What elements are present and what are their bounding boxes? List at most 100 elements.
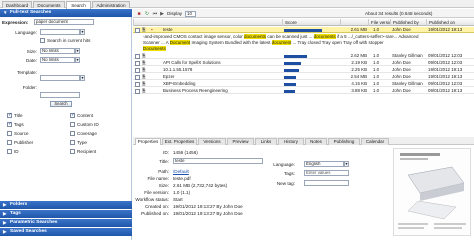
title-input[interactable]: teste [173, 158, 263, 164]
result-title[interactable]: Business Process Reengineering [163, 88, 281, 94]
date-label: Date: [26, 58, 37, 63]
display-count-input[interactable]: 10 [185, 11, 196, 17]
document-icon: 🗎 [142, 81, 146, 86]
prop-size-label: Size: [158, 183, 169, 188]
field-publisher-checkbox[interactable] [7, 140, 12, 145]
tab-properties[interactable]: Properties [135, 138, 161, 145]
field-title-checkbox[interactable] [7, 112, 12, 118]
panel-tags-header[interactable]: ▶ Tags [0, 210, 132, 218]
col-size-header[interactable] [340, 19, 368, 26]
row-checkbox[interactable] [135, 60, 140, 66]
result-title[interactable]: API Calls for SpellX Solutions [163, 60, 281, 66]
first-page-icon[interactable]: ⏮ [152, 11, 158, 17]
collapse-icon: ▼ [3, 10, 8, 15]
chevron-down-icon[interactable]: ▾ [75, 48, 80, 54]
document-icon: 🗎 [142, 67, 146, 72]
folder-label: Folder: [22, 85, 37, 90]
result-title[interactable]: 10.1.1.55.1578 [163, 67, 281, 73]
table-row[interactable]: 🗎 2.62 MB 1.0 Stanley Gillman 09/01/2012… [133, 53, 474, 59]
result-size: 2.54 MB [350, 74, 367, 79]
row-checkbox[interactable] [135, 74, 140, 80]
result-title[interactable]: teste [163, 27, 281, 33]
tab-versions[interactable]: Versions [198, 138, 226, 145]
result-title[interactable] [163, 53, 281, 59]
size-select[interactable]: No limits [40, 48, 75, 54]
search-in-hits-checkbox[interactable] [40, 38, 45, 43]
col-version-header[interactable]: File version [368, 19, 390, 26]
col-publishedon-header[interactable]: Published on [426, 19, 474, 26]
results-toolbar: ■ ↻ ⏮ ▶ Display 10 About 34 results (0.6… [133, 9, 474, 18]
table-row[interactable]: 🗎 ▪ teste 2.61 MB 1.0 John Doe 19/01/201… [133, 27, 474, 33]
path-link[interactable]: /Default [173, 169, 189, 174]
expand-icon: ▶ [3, 202, 7, 207]
tab-documents[interactable]: Documents [33, 1, 65, 8]
date-select[interactable]: No limits [40, 57, 75, 63]
field-recipient-checkbox[interactable] [70, 149, 75, 154]
tab-links[interactable]: Links [255, 138, 277, 145]
result-title[interactable]: Epzer [163, 74, 281, 80]
tab-history[interactable]: History [278, 138, 304, 145]
next-page-icon[interactable]: ▶ [159, 11, 165, 17]
template-select[interactable] [40, 75, 80, 81]
refresh-icon[interactable]: ↻ [144, 11, 150, 17]
table-row[interactable]: 🗎 10.1.1.55.1578 2.25 KB 1.0 John Doe 19… [133, 67, 474, 73]
field-coverage-checkbox[interactable] [70, 131, 75, 136]
row-checkbox[interactable] [135, 81, 140, 87]
expression-input[interactable]: paper document [34, 19, 94, 25]
tab-preview[interactable]: Preview [227, 138, 254, 145]
new-tag-input[interactable] [304, 180, 349, 186]
field-tags-checkbox[interactable] [7, 121, 12, 127]
panel-saved-header[interactable]: ▶ Saved Searches [0, 228, 132, 236]
col-score-header[interactable]: Score [282, 19, 340, 26]
row-checkbox[interactable] [135, 67, 140, 73]
chevron-down-icon[interactable]: ▾ [344, 161, 349, 167]
stop-icon[interactable]: ■ [136, 11, 142, 17]
chevron-down-icon[interactable]: ▾ [80, 75, 85, 81]
tags-input[interactable]: Enter values [304, 170, 349, 176]
row-checkbox[interactable] [135, 27, 140, 33]
result-title[interactable]: XBP-Embedding [163, 81, 281, 87]
field-customid-checkbox[interactable] [70, 122, 75, 127]
field-type-checkbox[interactable] [70, 140, 75, 145]
search-in-hits-label: Search in current hits [47, 38, 91, 43]
language-field[interactable]: English [304, 161, 344, 167]
panel-parametric-header[interactable]: ▶ Parametric Searches [0, 219, 132, 227]
result-size: 2.61 MB [350, 27, 367, 32]
table-row[interactable]: 🗎 XBP-Embedding 4.15 KB 1.0 Stanley Gill… [133, 81, 474, 87]
tab-search[interactable]: Search [66, 1, 91, 9]
field-content-label: Content [77, 113, 94, 118]
chevron-down-icon[interactable]: ▾ [75, 57, 80, 63]
search-button[interactable]: Search [50, 101, 72, 107]
results-header: Score File version Published by Publishe… [133, 19, 474, 26]
score-bar [284, 68, 299, 72]
panel-fulltext-title: Full-text Searches [10, 10, 52, 15]
tab-dashboard[interactable]: Dashboard [2, 1, 32, 8]
tab-publishing[interactable]: Publishing [328, 138, 360, 145]
scanner-brochure-image [394, 149, 470, 235]
field-id-checkbox[interactable] [7, 149, 12, 154]
tab-calendar[interactable]: Calendar [361, 138, 389, 145]
folder-input[interactable] [40, 92, 80, 98]
field-publisher-label: Publisher [14, 140, 34, 145]
panel-folders-header[interactable]: ▶ Folders [0, 201, 132, 209]
row-checkbox[interactable] [135, 88, 140, 94]
col-publishedby-header[interactable]: Published by [390, 19, 426, 26]
row-checkbox[interactable] [135, 53, 140, 59]
col-title-header[interactable] [133, 19, 282, 26]
prop-version-value: 1.0 (1.1) [173, 190, 191, 195]
result-published-on: 09/01/2012 12:03 [428, 53, 463, 58]
template-label: Template: [17, 70, 37, 75]
field-source-checkbox[interactable] [7, 131, 12, 136]
chevron-down-icon[interactable]: ▾ [80, 29, 85, 35]
field-content-checkbox[interactable] [70, 112, 75, 118]
tab-notes[interactable]: Notes [305, 138, 327, 145]
tab-ext-properties[interactable]: Ext. Properties [162, 138, 197, 145]
result-published-on: 09/01/2012 19:13 [428, 88, 463, 93]
tab-administration[interactable]: Administration [92, 1, 130, 8]
panel-fulltext-header[interactable]: ▼ Full-text Searches [0, 9, 132, 17]
table-row[interactable]: 🗎 API Calls for SpellX Solutions 2.19 KB… [133, 60, 474, 66]
document-preview[interactable] [393, 148, 471, 236]
table-row[interactable]: 🗎 Epzer 2.54 MB 1.0 John Doe 19/01/2012 … [133, 74, 474, 80]
table-row[interactable]: 🗎 Business Process Reengineering 3.88 KB… [133, 88, 474, 94]
language-select[interactable] [40, 29, 80, 35]
